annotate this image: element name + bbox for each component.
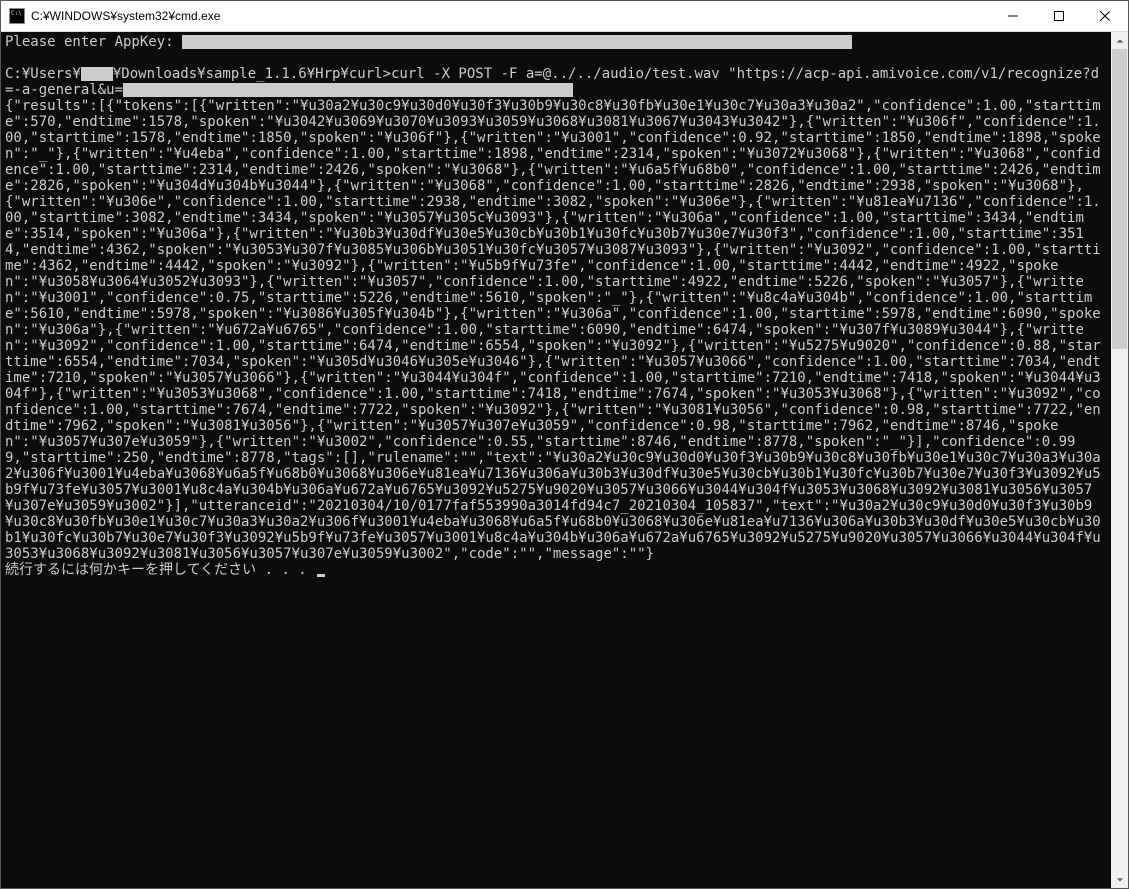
console-output[interactable]: Please enter AppKey: C:¥Users¥¥Downloads…: [1, 32, 1111, 888]
window-controls: [990, 1, 1128, 31]
titlebar[interactable]: C:¥WINDOWS¥system32¥cmd.exe: [1, 1, 1128, 32]
scroll-down-button[interactable]: [1111, 871, 1128, 888]
json-response: {"results":[{"tokens":[{"written":"¥u30a…: [5, 98, 1101, 562]
continue-prompt: 続行するには何かキーを押してください . . .: [5, 562, 315, 578]
maximize-button[interactable]: [1036, 1, 1082, 31]
redacted-appkey: [182, 35, 852, 49]
cmd-icon: [9, 8, 25, 24]
redacted-token: [123, 83, 573, 97]
prompt-path: C:¥Users¥: [5, 66, 81, 82]
cursor: [317, 574, 325, 577]
cmd-window: C:¥WINDOWS¥system32¥cmd.exe Please enter…: [0, 0, 1129, 889]
redacted-username: [81, 67, 113, 81]
console-wrap: Please enter AppKey: C:¥Users¥¥Downloads…: [1, 32, 1128, 888]
close-button[interactable]: [1082, 1, 1128, 31]
scrollbar[interactable]: [1111, 32, 1128, 888]
scroll-up-button[interactable]: [1111, 32, 1128, 49]
scroll-track[interactable]: [1111, 49, 1128, 871]
appkey-prompt: Please enter AppKey:: [5, 34, 182, 50]
minimize-button[interactable]: [990, 1, 1036, 31]
scroll-thumb[interactable]: [1112, 49, 1127, 349]
window-title: C:¥WINDOWS¥system32¥cmd.exe: [31, 9, 990, 23]
